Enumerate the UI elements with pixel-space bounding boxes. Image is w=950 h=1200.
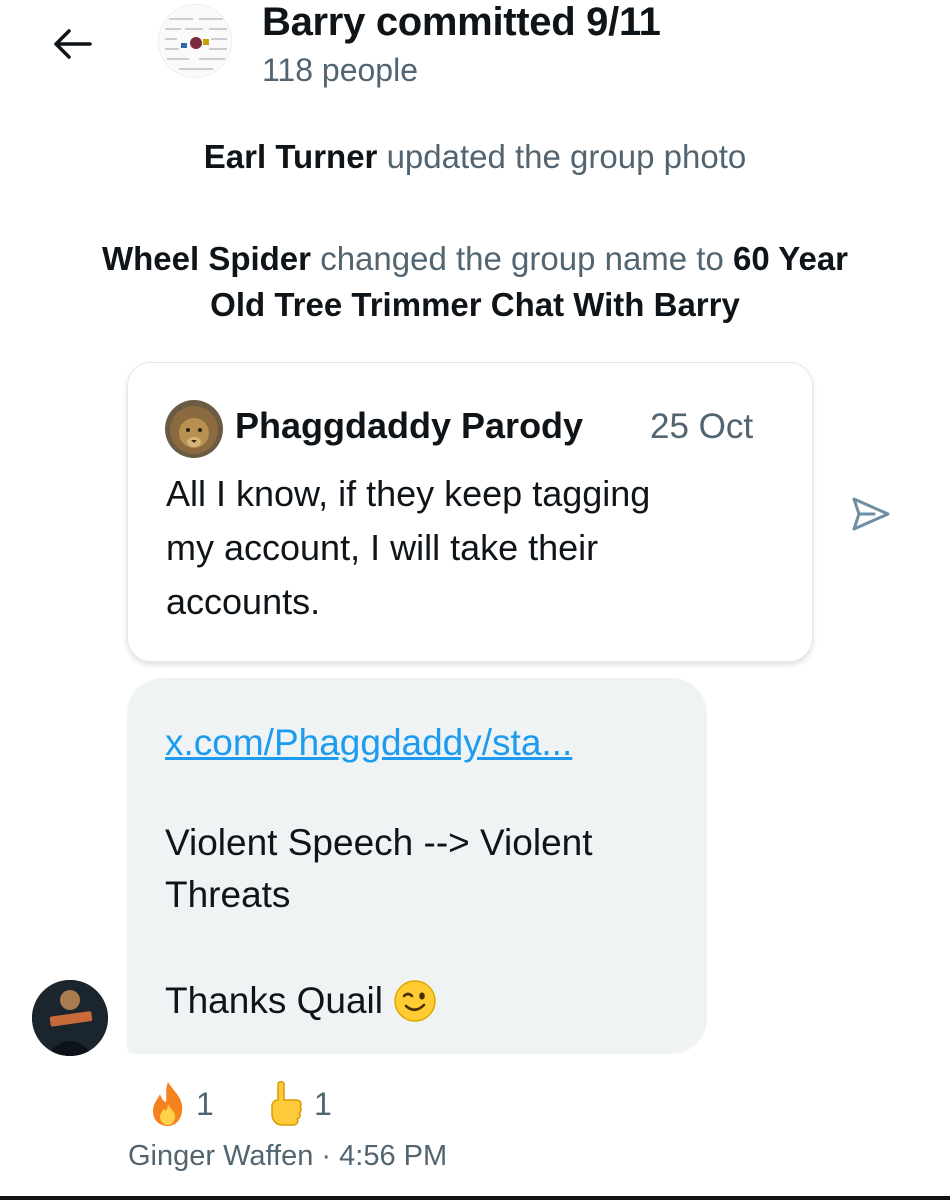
- group-title[interactable]: Barry committed 9/11: [262, 0, 661, 45]
- quote-author-avatar[interactable]: [165, 400, 223, 458]
- message-bubble[interactable]: x.com/Phaggdaddy/sta... Violent Speech -…: [127, 678, 707, 1054]
- message-text: Thanks Quail: [165, 980, 383, 1021]
- notice-action: changed the group name to: [320, 240, 724, 277]
- notice-name-changed: Wheel Spider changed the group name to 6…: [0, 236, 950, 328]
- quote-date: 25 Oct: [650, 407, 754, 446]
- reaction-pointing-up[interactable]: 1: [266, 1076, 332, 1132]
- notice-new-name-part-2: Old Tree Trimmer Chat With Barry: [210, 286, 740, 323]
- quote-line: accounts.: [166, 581, 321, 622]
- notice-actor: Earl Turner: [203, 138, 378, 175]
- fire-icon: [153, 1082, 183, 1126]
- winking-face-emoji: [393, 979, 437, 1023]
- bottom-divider: [0, 1196, 950, 1200]
- message-line: Threats: [165, 874, 291, 915]
- quote-line: my account, I will take their: [166, 527, 599, 568]
- sender-avatar[interactable]: [32, 980, 108, 1056]
- message-meta: Ginger Waffen · 4:56 PM: [128, 1140, 448, 1172]
- notice-photo-updated: Earl Turner updated the group photo: [0, 134, 950, 180]
- notice-line-2: Old Tree Trimmer Chat With Barry: [0, 282, 950, 328]
- lion-avatar-image: [165, 400, 223, 458]
- quote-line: All I know, if they keep tagging: [166, 473, 651, 514]
- arrow-left-icon: [54, 29, 92, 59]
- group-avatar[interactable]: [158, 4, 232, 78]
- group-photo-image: [159, 5, 231, 77]
- message-link[interactable]: x.com/Phaggdaddy/sta...: [165, 722, 572, 764]
- member-count[interactable]: 118 people: [262, 52, 418, 89]
- notice-action: updated the group photo: [386, 138, 747, 175]
- quote-author-name[interactable]: Phaggdaddy Parody: [235, 405, 583, 447]
- share-arrow-icon[interactable]: [848, 494, 894, 534]
- quote-text: All I know, if they keep tagging my acco…: [166, 467, 786, 629]
- reaction-count: 1: [314, 1085, 332, 1122]
- back-button[interactable]: [44, 20, 100, 68]
- message-line: Violent Speech --> Violent: [165, 822, 593, 863]
- sender-avatar-image: [32, 980, 108, 1056]
- reaction-fire[interactable]: 1: [148, 1076, 214, 1132]
- message-line-thanks: Thanks Quail: [165, 976, 437, 1026]
- notice-line-1: Wheel Spider changed the group name to 6…: [0, 236, 950, 282]
- notice-actor: Wheel Spider: [101, 240, 312, 277]
- quoted-post-card[interactable]: Phaggdaddy Parody 25 Oct All I know, if …: [127, 362, 813, 662]
- pointing-up-icon: [271, 1081, 302, 1126]
- notice-new-name-part-1: 60 Year: [733, 240, 849, 277]
- reaction-count: 1: [196, 1085, 214, 1122]
